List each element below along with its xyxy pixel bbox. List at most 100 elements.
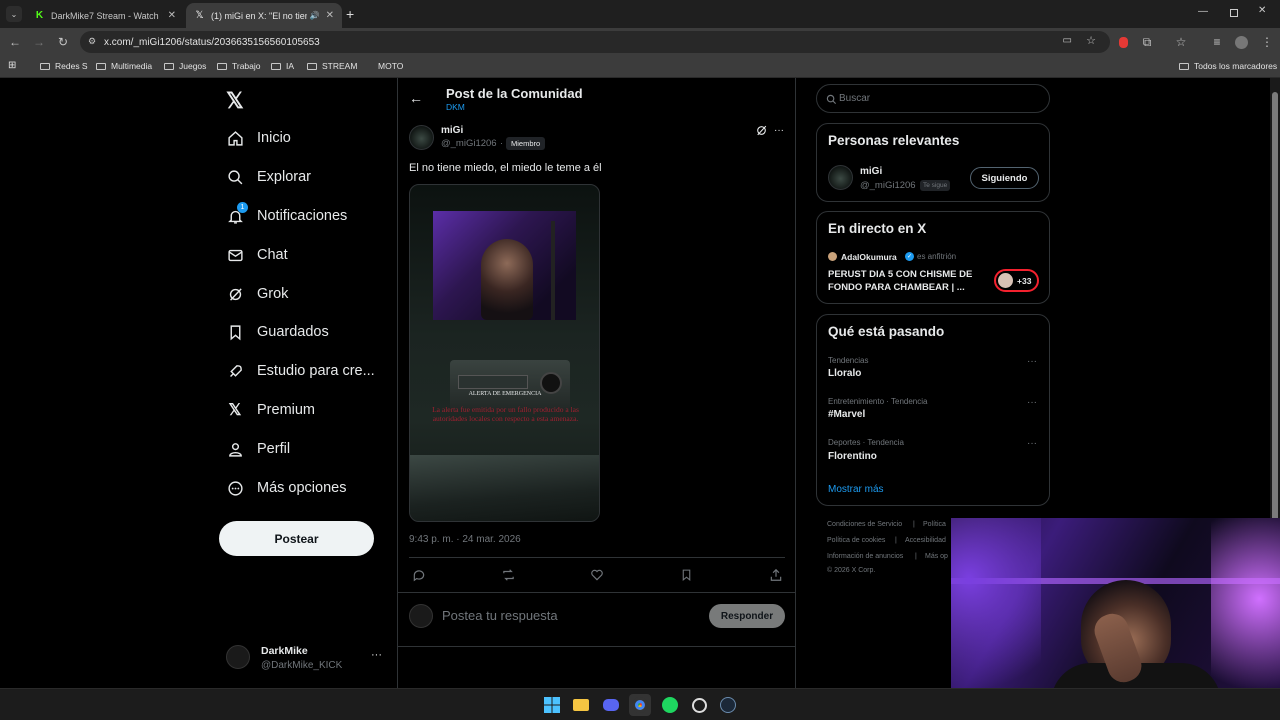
trend-name[interactable]: #Marvel [828,409,865,420]
video-inset-webcam [433,211,576,320]
bookmark-folder[interactable]: STREAM [307,61,357,71]
footer-more[interactable]: Más op [925,553,948,560]
browser-menu-icon[interactable]: ⋮ [1258,33,1276,51]
trend-name[interactable]: Lloralo [828,368,861,379]
trend-more-icon[interactable]: ··· [1027,356,1037,367]
new-tab-button[interactable]: + [346,6,354,22]
forward-icon[interactable]: → [30,33,48,51]
back-arrow-icon[interactable]: ← [409,90,423,106]
maximize-button[interactable] [1230,9,1238,17]
footer-ads-info[interactable]: Información de anuncios [827,553,903,560]
bookmark-icon[interactable] [680,568,693,587]
address-bar[interactable]: ⚙ x.com/_miGi1206/status/203663515656010… [80,31,1110,53]
spotify-icon[interactable] [659,694,681,716]
microphone-arm [551,221,555,320]
relevant-avatar[interactable] [828,165,853,190]
nav-item-grok[interactable]: Grok [226,285,288,303]
browser-tab-kick[interactable]: K DarkMike7 Stream - Watch Live ✕ [26,3,184,28]
reply-input[interactable]: Postea tu respuesta [442,608,558,623]
relevant-handle[interactable]: @_miGi1206 [860,180,916,191]
footer-cookies[interactable]: Política de cookies [827,537,885,544]
bookmark-star-icon[interactable]: ☆ [1172,33,1190,51]
repost-icon[interactable] [501,568,516,587]
reply-icon[interactable] [412,568,426,587]
post-more-icon[interactable]: ··· [774,125,784,136]
like-icon[interactable] [590,568,604,587]
trend-context: Deportes · Tendencia [828,438,904,447]
author-handle[interactable]: @_miGi1206 [441,138,497,149]
live-stream-title[interactable]: PERUST DIA 5 CON CHISME DE FONDO PARA CH… [828,269,986,295]
speaker-icon[interactable]: 🔊 [310,11,320,20]
footer-privacy[interactable]: Política [923,521,946,528]
nav-item-premium[interactable]: 𝕏 Premium [226,401,315,419]
community-link[interactable]: DKM [446,102,465,112]
grok-icon[interactable] [755,124,768,142]
browser-tab-x[interactable]: 𝕏 (1) miGi en X: "El no tiene m 🔊 ✕ [186,3,342,28]
footer-accessibility[interactable]: Accesibilidad [905,537,946,544]
nav-item-inicio[interactable]: Inicio [226,129,291,147]
more-icon[interactable]: ··· [371,649,382,661]
chrome-icon[interactable] [629,694,651,716]
x-icon: 𝕏 [228,402,242,419]
account-name: DarkMike [261,645,308,657]
x-logo-icon[interactable]: 𝕏 [226,88,244,114]
bookmark-folder[interactable]: Multimedia [96,61,152,71]
bookmark-link[interactable]: MOTO [378,61,403,71]
cast-icon[interactable]: ▭ [1063,35,1072,46]
reply-button[interactable]: Responder [709,604,785,628]
divider [398,646,796,647]
bookmark-folder[interactable]: IA [271,61,294,71]
minimize-button[interactable]: — [1198,6,1208,17]
discord-icon[interactable] [600,694,622,716]
nav-item-explorar[interactable]: Explorar [226,168,311,186]
nav-item-mas-opciones[interactable]: Más opciones [226,479,346,497]
start-icon[interactable] [541,694,563,716]
extension-red-icon[interactable] [1114,33,1132,51]
host-name[interactable]: AdalOkumura [841,252,897,262]
trend-more-icon[interactable]: ··· [1027,438,1037,449]
post-video[interactable]: ALERTA DE EMERGENCIA La alerta fue emiti… [409,184,600,522]
nav-item-estudio[interactable]: Estudio para cre... [226,362,375,380]
tab-search-button[interactable]: ⌄ [6,6,22,22]
nav-item-perfil[interactable]: Perfil [226,440,290,458]
file-explorer-icon[interactable] [570,694,592,716]
live-listeners-pill[interactable]: +33 [994,269,1039,292]
apps-grid-icon[interactable]: ⊞ [8,60,16,71]
app-icon[interactable] [688,694,710,716]
star-icon[interactable]: ☆ [1086,34,1096,47]
all-bookmarks-folder[interactable]: Todos los marcadores [1179,61,1277,71]
account-switcher[interactable]: DarkMike @DarkMike_KICK ··· [226,644,386,674]
author-name[interactable]: miGi [441,125,463,136]
profile-avatar-icon[interactable] [1232,33,1250,51]
reading-list-icon[interactable]: ≡ [1208,33,1226,51]
video-caption-body: La alerta fue emitida por un fallo produ… [432,405,579,424]
close-tab-icon[interactable]: ✕ [326,10,334,21]
footer-terms[interactable]: Condiciones de Servicio [827,521,902,528]
composer-avatar [409,604,433,628]
author-avatar[interactable] [409,125,434,150]
close-tab-icon[interactable]: ✕ [168,10,176,21]
site-info-icon[interactable]: ⚙ [88,36,96,47]
show-more-link[interactable]: Mostrar más [828,484,884,495]
bookmark-folder[interactable]: Trabajo [217,61,261,71]
following-button[interactable]: Siguiendo [970,167,1039,189]
post-button[interactable]: Postear [219,521,374,556]
steam-icon[interactable] [717,694,739,716]
bookmark-folder[interactable]: Redes S [40,61,88,71]
video-floor [410,455,599,521]
trend-more-icon[interactable]: ··· [1027,397,1037,408]
footer-separator: | [915,553,917,560]
extensions-icon[interactable]: ⧉ [1138,33,1156,51]
search-box[interactable]: Buscar [816,84,1050,113]
post-timestamp[interactable]: 9:43 p. m. · 24 mar. 2026 [409,534,521,545]
back-icon[interactable]: ← [6,33,24,51]
nav-item-guardados[interactable]: Guardados [226,323,329,341]
close-window-button[interactable]: ✕ [1258,5,1266,16]
reload-icon[interactable]: ↻ [54,33,72,51]
nav-item-notificaciones[interactable]: 1 Notificaciones [226,202,347,225]
share-icon[interactable] [769,568,783,587]
relevant-name[interactable]: miGi [860,166,882,177]
trend-name[interactable]: Florentino [828,451,877,462]
nav-item-chat[interactable]: Chat [226,246,288,264]
bookmark-folder[interactable]: Juegos [164,61,206,71]
